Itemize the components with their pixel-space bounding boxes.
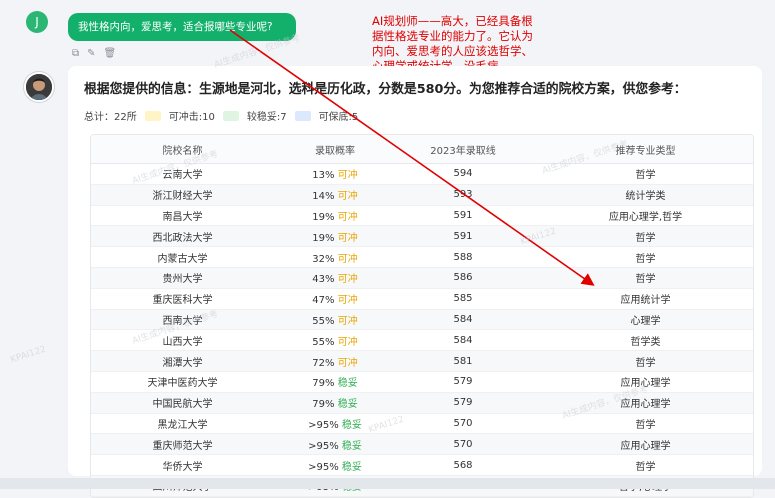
bottom-bar bbox=[0, 478, 775, 489]
annotation-arrow bbox=[229, 29, 595, 286]
